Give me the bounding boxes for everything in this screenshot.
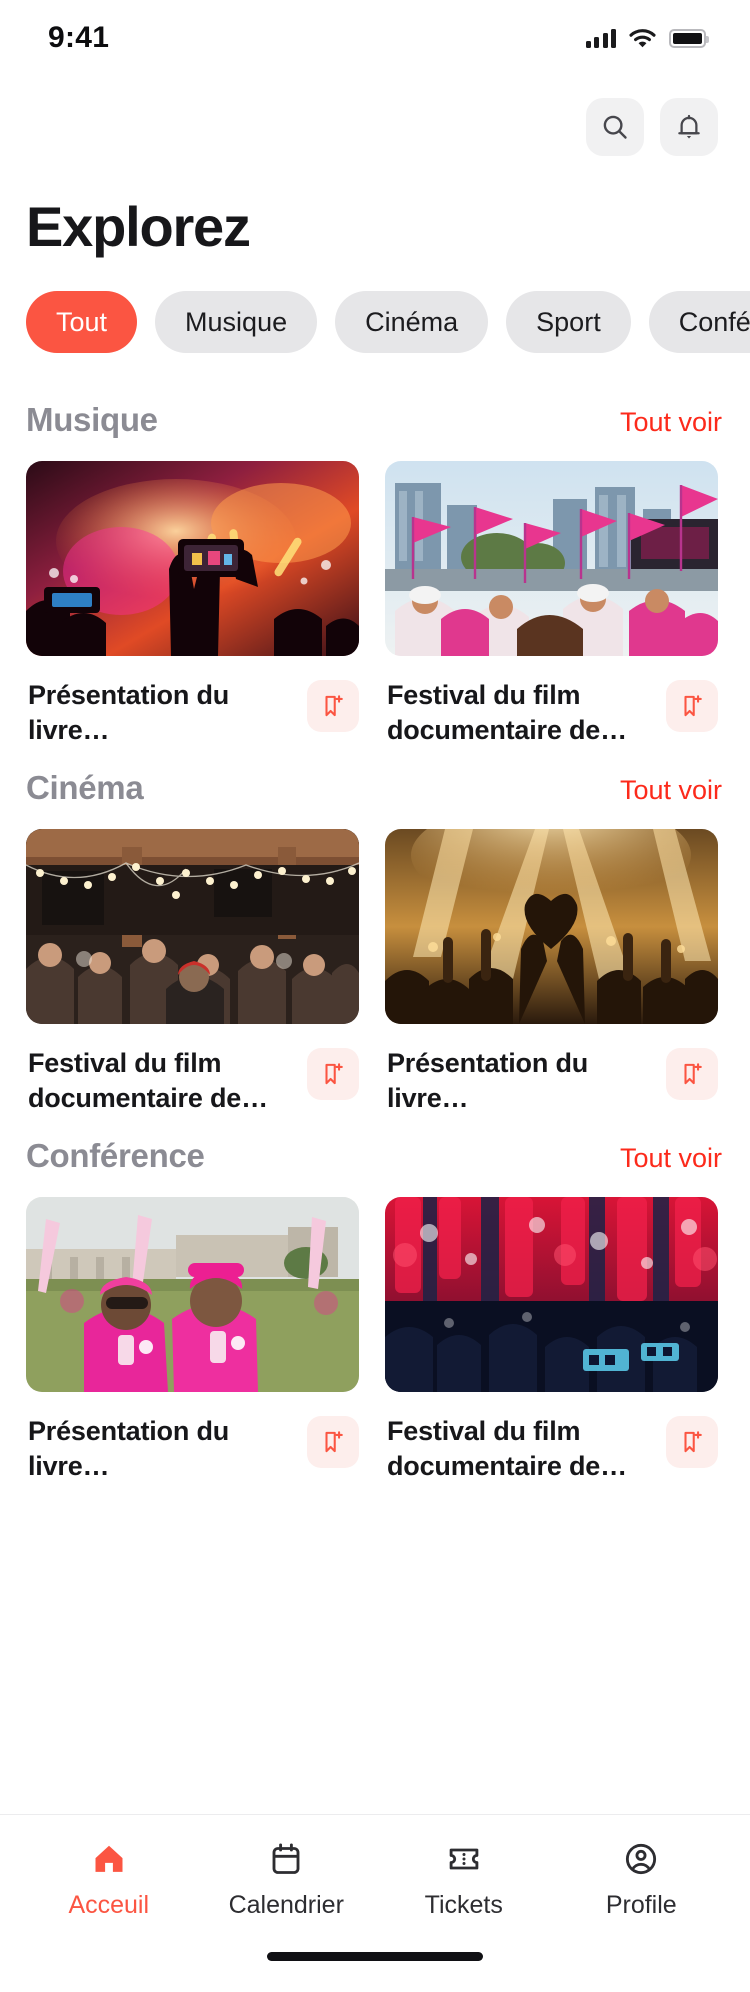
- bookmark-add-icon: [684, 1063, 702, 1085]
- tab-label: Acceuil: [68, 1891, 150, 1919]
- card-footer: Festival du film documentaire de la...: [385, 656, 718, 747]
- event-card[interactable]: Présentation du livre Transcontinental..…: [385, 829, 718, 1115]
- tab-acceuil[interactable]: Acceuil: [20, 1841, 198, 1920]
- cellular-signal-icon: [585, 28, 616, 48]
- bookmark-button[interactable]: [666, 680, 718, 732]
- card-row[interactable]: Festival du film documentaire de la...: [0, 829, 750, 1115]
- wifi-icon: [629, 29, 656, 48]
- card-footer: Festival du film documentaire de la...: [26, 1024, 359, 1115]
- event-image-outdoor-party-string-lights: [26, 829, 359, 1025]
- chip-conference[interactable]: Conférence: [648, 291, 750, 353]
- bookmark-button[interactable]: [666, 1416, 718, 1469]
- app-screen: 9:41 Explorez Tout Musique Cinéma Sport …: [0, 0, 750, 1992]
- card-row[interactable]: Présentation du livre Transcontinental..…: [0, 461, 750, 747]
- event-image-red-stage-lights-venue: [385, 1197, 718, 1393]
- card-title: Présentation du livre Transcontinental..…: [28, 1416, 230, 1481]
- section-cinema: Cinéma Tout voir Festival du film docume…: [0, 747, 750, 1115]
- bookmark-add-icon: [684, 695, 702, 717]
- card-title: Présentation du livre Transcontinental..…: [387, 1048, 589, 1113]
- tab-label: Profile: [605, 1891, 677, 1919]
- card-footer: Présentation du livre Transcontinental..…: [26, 656, 359, 747]
- category-filter-chips[interactable]: Tout Musique Cinéma Sport Conférence: [0, 259, 750, 353]
- section-header: Musique Tout voir: [0, 401, 750, 439]
- card-title: Festival du film documentaire de la...: [28, 1048, 242, 1113]
- home-indicator[interactable]: [0, 1940, 750, 1992]
- explore-sections-scroll[interactable]: Musique Tout voir Présentation du livre …: [0, 353, 750, 1814]
- bookmark-add-icon: [684, 1431, 702, 1453]
- user-circle-icon: [626, 1843, 657, 1875]
- tab-label: Tickets: [424, 1891, 503, 1919]
- tab-calendrier[interactable]: Calendrier: [198, 1841, 376, 1920]
- bookmark-add-icon: [325, 1431, 343, 1453]
- bottom-navigation: Acceuil Calendrier Tickets Profile: [0, 1814, 750, 1940]
- event-image-concert-heart-hands-spotlight: [385, 829, 718, 1025]
- event-image-concert-crowd-phone-silhouette: [26, 461, 359, 656]
- bookmark-button[interactable]: [307, 1048, 359, 1101]
- event-card[interactable]: Présentation du livre Transcontinental..…: [26, 1197, 359, 1483]
- tab-profile[interactable]: Profile: [553, 1841, 731, 1920]
- section-header: Cinéma Tout voir: [0, 769, 750, 807]
- section-conference: Conférence Tout voir Présentation du liv…: [0, 1115, 750, 1483]
- bookmark-button[interactable]: [666, 1048, 718, 1101]
- event-card[interactable]: Festival du film documentaire de la...: [385, 1197, 718, 1483]
- section-musique: Musique Tout voir Présentation du livre …: [0, 379, 750, 747]
- chip-musique[interactable]: Musique: [155, 291, 318, 353]
- status-icons: [585, 28, 709, 48]
- see-all-link[interactable]: Tout voir: [620, 1143, 722, 1174]
- notifications-button[interactable]: [660, 98, 718, 156]
- section-title: Conférence: [26, 1137, 205, 1175]
- ticket-icon: [449, 1848, 479, 1870]
- bookmark-add-icon: [325, 695, 343, 717]
- chip-cinema[interactable]: Cinéma: [335, 291, 489, 353]
- page-title: Explorez: [26, 195, 251, 258]
- see-all-link[interactable]: Tout voir: [620, 407, 722, 438]
- chip-tout[interactable]: Tout: [26, 291, 138, 353]
- status-bar: 9:41: [0, 0, 750, 76]
- event-card[interactable]: Festival du film documentaire de la...: [385, 461, 718, 747]
- header-actions: [0, 76, 750, 156]
- chip-sport[interactable]: Sport: [506, 291, 631, 353]
- card-row[interactable]: Présentation du livre Transcontinental..…: [0, 1197, 750, 1483]
- battery-icon: [669, 28, 709, 48]
- event-image-pink-rally-crowd-flags: [385, 461, 718, 656]
- card-footer: Présentation du livre Transcontinental..…: [385, 1024, 718, 1115]
- event-card[interactable]: Festival du film documentaire de la...: [26, 829, 359, 1115]
- tab-label: Calendrier: [228, 1891, 344, 1919]
- status-time: 9:41: [48, 21, 110, 54]
- search-button[interactable]: [586, 98, 644, 156]
- see-all-link[interactable]: Tout voir: [620, 775, 722, 806]
- section-title: Musique: [26, 401, 158, 438]
- event-image-two-women-pink-outfits-event: [26, 1197, 359, 1393]
- card-title: Présentation du livre Transcontinental..…: [28, 680, 230, 745]
- event-card[interactable]: Présentation du livre Transcontinental..…: [26, 461, 359, 747]
- section-title: Cinéma: [26, 769, 144, 807]
- bookmark-button[interactable]: [307, 680, 359, 732]
- home-icon: [95, 1845, 123, 1872]
- bookmark-add-icon: [325, 1063, 343, 1085]
- card-title: Festival du film documentaire de la...: [387, 1416, 601, 1481]
- tab-tickets[interactable]: Tickets: [375, 1841, 553, 1920]
- search-icon: [603, 115, 627, 139]
- calendar-icon: [272, 1843, 300, 1874]
- bell-icon: [678, 114, 700, 139]
- bookmark-button[interactable]: [307, 1416, 359, 1469]
- card-footer: Présentation du livre Transcontinental..…: [26, 1392, 359, 1483]
- card-title: Festival du film documentaire de la...: [387, 680, 601, 745]
- card-footer: Festival du film documentaire de la...: [385, 1392, 718, 1483]
- section-header: Conférence Tout voir: [0, 1137, 750, 1175]
